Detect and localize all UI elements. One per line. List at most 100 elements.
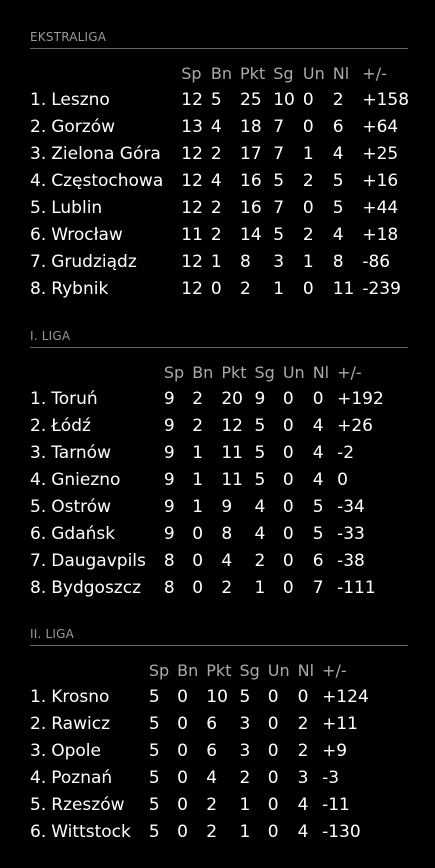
cell-points: 2 [240, 279, 251, 299]
cell-losses: 6 [312, 551, 324, 571]
team-rank: 2. [30, 117, 47, 137]
header-played: Sp [148, 661, 170, 680]
header-played: Sp [181, 64, 202, 83]
table-row: 7. Daugavpils 8 0 4 2 0 6 -38 [30, 548, 384, 575]
table-header-row: Sp Bn Pkt Sg Un Nl +/- [30, 359, 384, 386]
cell-diff: -111 [337, 578, 376, 598]
header-team [30, 359, 164, 386]
table-row: 4. Gniezno 9 1 11 5 0 4 0 [30, 467, 384, 494]
table-row: 2. Łódź 9 2 12 5 0 4 +26 [30, 413, 384, 440]
table-row: 2. Gorzów 13 4 18 7 0 6 +64 [30, 114, 409, 141]
team-rank: 3. [30, 144, 47, 164]
team-rank: 2. [30, 714, 47, 734]
team-rank: 6. [30, 524, 47, 544]
cell-losses: 5 [312, 497, 324, 517]
cell-points: 8 [221, 524, 233, 544]
team-cell: 2. Rawicz [30, 711, 149, 738]
cell-draws: 0 [282, 416, 294, 436]
cell-wins: 5 [273, 225, 285, 245]
cell-played: 9 [163, 470, 175, 490]
cell-losses: 5 [312, 524, 324, 544]
standings-table: Sp Bn Pkt Sg Un Nl +/- 1. Leszno 12 5 25 10 0 2 +158 2. G… [30, 60, 409, 303]
cell-losses: 5 [332, 198, 344, 218]
header-points: Pkt [221, 363, 247, 382]
team-cell: 3. Zielona Góra [30, 141, 181, 168]
team-cell: 1. Toruń [30, 386, 164, 413]
table-row: 3. Zielona Góra 12 2 17 7 1 4 +25 [30, 141, 409, 168]
team-cell: 1. Krosno [30, 684, 149, 711]
team-name: Lublin [51, 198, 103, 218]
team-rank: 5. [30, 795, 47, 815]
table-row: 7. Grudziądz 12 1 8 3 1 8 -86 [30, 249, 409, 276]
cell-losses: 2 [332, 90, 344, 110]
team-cell: 6. Wrocław [30, 222, 181, 249]
team-rank: 7. [30, 551, 47, 571]
team-cell: 6. Gdańsk [30, 521, 164, 548]
cell-points: 4 [206, 768, 218, 788]
cell-losses: 3 [297, 768, 309, 788]
team-name: Łódź [51, 416, 91, 436]
team-cell: 8. Bydgoszcz [30, 575, 164, 602]
header-bonus: Bn [177, 661, 199, 680]
league-title: EKSTRALIGA [30, 28, 408, 49]
cell-played: 13 [181, 117, 203, 137]
cell-draws: 0 [267, 795, 279, 815]
cell-bonus: 0 [177, 687, 188, 707]
team-cell: 3. Tarnów [30, 440, 164, 467]
team-name: Daugavpils [51, 551, 146, 571]
cell-bonus: 0 [177, 714, 188, 734]
cell-draws: 1 [302, 144, 314, 164]
cell-bonus: 1 [210, 252, 222, 272]
cell-draws: 2 [302, 225, 314, 245]
cell-bonus: 0 [210, 279, 222, 299]
cell-losses: 4 [297, 822, 309, 842]
table-row: 6. Wittstock 5 0 2 1 0 4 -130 [30, 819, 369, 846]
cell-played: 9 [163, 389, 175, 409]
cell-draws: 0 [282, 470, 294, 490]
standings-table: Sp Bn Pkt Sg Un Nl +/- 1. Krosno 5 0 10 5 0 0 +124 2. Raw… [30, 657, 369, 846]
cell-bonus: 2 [210, 198, 222, 218]
cell-diff: -3 [322, 768, 340, 788]
league-title: I. LIGA [30, 327, 408, 348]
cell-diff: +16 [362, 171, 399, 191]
team-cell: 7. Daugavpils [30, 548, 164, 575]
cell-losses: 4 [297, 795, 309, 815]
cell-points: 25 [240, 90, 262, 110]
team-cell: 4. Poznań [30, 765, 149, 792]
cell-wins: 4 [254, 524, 266, 544]
cell-diff: +9 [322, 741, 348, 761]
team-name: Grudziądz [51, 252, 137, 272]
cell-points: 17 [240, 144, 262, 164]
cell-losses: 4 [312, 470, 324, 490]
team-name: Ostrów [51, 497, 112, 517]
cell-played: 5 [148, 795, 160, 815]
cell-draws: 0 [267, 687, 279, 707]
cell-wins: 1 [239, 795, 251, 815]
header-draws: Un [302, 64, 325, 83]
team-name: Toruń [51, 389, 98, 409]
team-rank: 1. [30, 90, 47, 110]
team-cell: 7. Grudziądz [30, 249, 181, 276]
league-title: II. LIGA [30, 625, 408, 646]
cell-bonus: 4 [210, 117, 222, 137]
cell-diff: +18 [362, 225, 399, 245]
team-rank: 5. [30, 497, 47, 517]
table-row: 4. Częstochowa 12 4 16 5 2 5 +16 [30, 168, 409, 195]
cell-wins: 2 [239, 768, 251, 788]
cell-diff: +158 [362, 90, 410, 110]
table-header-row: Sp Bn Pkt Sg Un Nl +/- [30, 657, 369, 684]
league-ii-liga: II. LIGA Sp Bn Pkt Sg Un Nl +/- 1. Krosno 5 0 10 5 0 0… [30, 625, 408, 846]
team-rank: 1. [30, 389, 47, 409]
cell-points: 6 [206, 714, 218, 734]
table-row: 5. Rzeszów 5 0 2 1 0 4 -11 [30, 792, 369, 819]
cell-played: 5 [148, 687, 160, 707]
team-name: Poznań [51, 768, 113, 788]
cell-played: 9 [163, 416, 175, 436]
team-rank: 4. [30, 768, 47, 788]
table-row: 1. Toruń 9 2 20 9 0 0 +192 [30, 386, 384, 413]
cell-played: 9 [163, 524, 175, 544]
cell-losses: 7 [312, 578, 324, 598]
team-name: Częstochowa [51, 171, 164, 191]
cell-draws: 0 [267, 741, 279, 761]
team-cell: 3. Opole [30, 738, 149, 765]
